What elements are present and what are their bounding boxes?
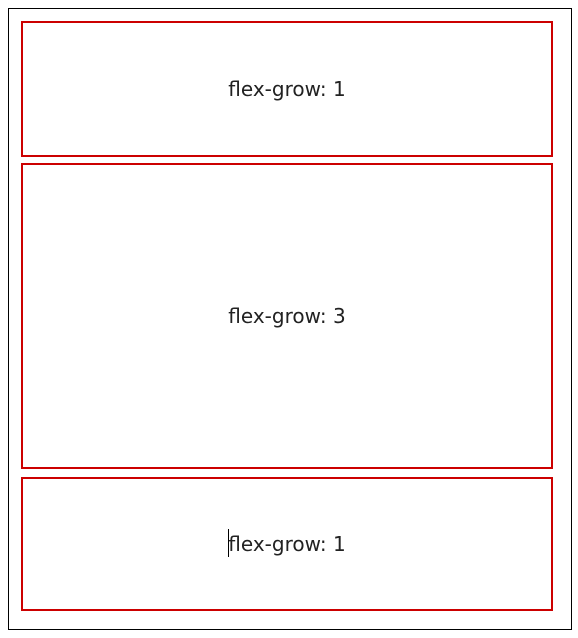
flex-item-1-label: flex-grow: 1: [228, 77, 346, 101]
flex-item-1: flex-grow: 1: [21, 21, 553, 157]
flex-item-3[interactable]: flex-grow: 1: [21, 477, 553, 611]
flex-item-2-label: flex-grow: 3: [228, 304, 346, 328]
flex-item-2: flex-grow: 3: [21, 163, 553, 469]
text-caret: [228, 529, 230, 557]
flex-item-3-text-wrap[interactable]: flex-grow: 1: [228, 529, 346, 557]
flex-item-3-label: flex-grow: 1: [228, 532, 346, 556]
